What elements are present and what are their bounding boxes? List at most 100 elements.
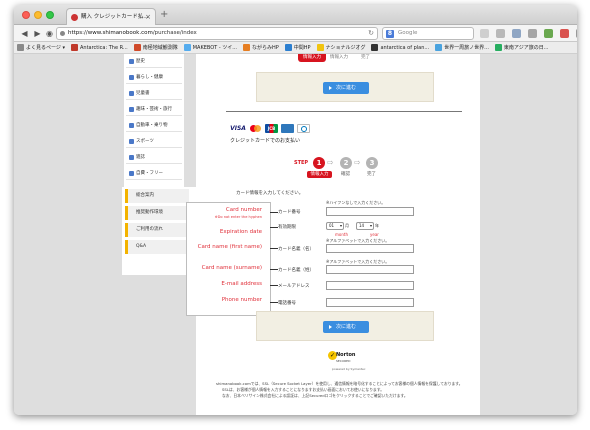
back-arrow-icon[interactable]: ◀ — [19, 28, 30, 39]
bookmark-item[interactable]: よく見るページ ▾ — [17, 44, 65, 51]
bookmarks-bar: よく見るページ ▾ Antarctica: The R... 南極地域観測隊 MAKE… — [14, 42, 577, 54]
addon-red-icon[interactable] — [560, 29, 569, 38]
bookmark-item[interactable]: 東南アジア旅の日... — [494, 44, 549, 51]
annotation-year: year — [370, 232, 379, 237]
expiry-month-select[interactable]: 01 ▾ — [326, 222, 344, 230]
bookmark-item[interactable]: antarctica of plan... — [371, 44, 429, 51]
bookmark-favicon-icon — [183, 44, 191, 51]
footer-ssl-note-1: SSLは、お客様が個人情報を入力することになりますお支払い画面においてお使いにな… — [222, 387, 384, 392]
category-item[interactable]: 暮らし・健康 — [126, 72, 182, 84]
callout-card-number-note: ※Do not enter the hyphen — [214, 215, 262, 219]
diners-logo — [297, 124, 310, 133]
search-placeholder: Google — [398, 30, 418, 36]
bookmark-favicon-icon — [435, 44, 443, 51]
header-tab-input: 情報入力 — [330, 55, 348, 60]
card-number-field[interactable] — [326, 207, 414, 216]
bookmark-item[interactable]: MAKEBOT - ツイ... — [183, 44, 237, 51]
card-number-hint: ※ハイフンなしで入力ください。 — [326, 200, 386, 205]
bookmark-label: 世界一周旅ノ世界... — [444, 45, 489, 51]
navigation-bar: ◀ ▶ ◉ https://www.shimanobook.com/purcha… — [14, 25, 577, 42]
category-item[interactable]: 歴史 — [126, 56, 182, 68]
guide-item[interactable]: Q&A — [125, 240, 189, 254]
bookmark-label: 南極地域観測隊 — [142, 45, 178, 51]
expiry-year-select[interactable]: 14 ▾ — [356, 222, 374, 230]
play-arrow-icon — [329, 86, 332, 90]
bookmark-label: 東南アジア旅の日... — [503, 45, 549, 51]
category-label: 児童書 — [136, 91, 150, 96]
bookmark-favicon-icon — [316, 44, 324, 51]
callout-first-name: Card name (first name) — [197, 244, 262, 250]
category-item[interactable]: 雑誌 — [126, 152, 182, 164]
star-bookmark-icon[interactable] — [480, 29, 489, 38]
step-arrow-icon: ⇨ — [354, 158, 361, 167]
category-item[interactable]: スポーツ — [126, 136, 182, 148]
download-icon[interactable] — [512, 29, 521, 38]
norton-secured-seal[interactable]: ✓ Norton SECURED powered by Symantec — [328, 351, 366, 373]
category-item[interactable]: 自動車・乗り物 — [126, 120, 182, 132]
category-label: スポーツ — [136, 139, 154, 144]
reload-icon[interactable]: ↻ — [368, 28, 374, 39]
bookmark-item[interactable]: 世界一周旅ノ世界... — [435, 44, 489, 51]
bookmark-favicon-icon — [71, 44, 78, 51]
bookmark-item[interactable]: ながらみHP — [242, 44, 279, 51]
name-last-row: ※アルファベットで入力ください。 カード名義（姓） — [278, 259, 458, 275]
step-3: 3 — [366, 157, 378, 169]
bookmark-item[interactable]: 南極地域観測隊 — [133, 44, 178, 51]
footer-ssl-text: shimanobook.comでは、SSL（Secure Socket Laye… — [216, 381, 463, 386]
category-item[interactable]: 自費・フリー — [126, 168, 182, 180]
step-3-name: 完了 — [367, 172, 376, 177]
minimize-window-button[interactable] — [34, 11, 42, 19]
expiry-month-unit: 月 — [345, 223, 349, 228]
name-first-label: カード名義（名） — [278, 247, 314, 252]
bookmark-list-icon[interactable] — [496, 29, 505, 38]
addon-icon[interactable] — [544, 29, 553, 38]
name-last-label: カード名義（姓） — [278, 268, 314, 273]
next-button-top[interactable]: 次に進む — [323, 82, 369, 94]
footer-ssl-note-2: なお、日本ベリサイン株式会社による認証は、上記Securedロゴをクリックするこ… — [222, 393, 408, 398]
visa-logo: VISA — [230, 125, 246, 132]
guide-item[interactable]: ご利用の流れ — [125, 223, 189, 237]
next-button-bottom[interactable]: 次に進む — [323, 321, 369, 333]
identity-icon[interactable]: ◉ — [44, 28, 55, 39]
jcb-logo: JCB — [265, 124, 278, 133]
bookmark-favicon-icon — [284, 44, 292, 51]
callout-connector — [270, 302, 278, 303]
phone-field[interactable] — [326, 298, 414, 307]
url-domain: https://www.shimanobook.com — [68, 30, 153, 36]
home-icon[interactable] — [528, 29, 537, 38]
header-tab-complete: 完了 — [361, 55, 370, 60]
bookmark-label: Antarctica: The R... — [80, 44, 128, 51]
lock-icon — [60, 31, 65, 36]
search-input[interactable]: 8 Google — [382, 27, 474, 40]
close-window-button[interactable] — [22, 11, 30, 19]
callout-surname: Card name (surname) — [201, 265, 262, 271]
bookmark-item[interactable]: ナショナルジオグ — [316, 44, 365, 51]
zoom-window-button[interactable] — [46, 11, 54, 19]
category-label: 自費・フリー — [136, 171, 163, 176]
close-tab-icon[interactable]: × — [145, 9, 151, 25]
url-bar[interactable]: https://www.shimanobook.com/purchase/ind… — [56, 27, 378, 40]
next-button-panel-bottom: 次に進む — [256, 311, 434, 341]
guide-item[interactable]: 推奨動作環境 — [125, 206, 189, 220]
card-number-label: カード番号 — [278, 210, 301, 215]
category-icon — [129, 139, 134, 144]
forward-arrow-icon[interactable]: ▶ — [32, 28, 43, 39]
guide-item[interactable]: 総合案内 — [125, 189, 189, 203]
email-field[interactable] — [326, 281, 414, 290]
amex-logo — [281, 124, 294, 133]
bookmark-item[interactable]: Antarctica: The R... — [71, 44, 128, 51]
browser-tab[interactable]: 購入 クレジットカード払... × — [66, 8, 156, 25]
category-icon — [129, 155, 134, 160]
bookmark-item[interactable]: 中間HP — [284, 44, 311, 51]
category-item[interactable]: 児童書 — [126, 88, 182, 100]
name-first-field[interactable] — [326, 244, 414, 253]
new-tab-icon[interactable]: + — [160, 9, 168, 21]
category-label: 趣味・芸術・旅行 — [136, 107, 172, 112]
category-item[interactable]: 趣味・芸術・旅行 — [126, 104, 182, 116]
menu-icon[interactable] — [576, 29, 577, 38]
category-icon — [129, 171, 134, 176]
name-last-field[interactable] — [326, 265, 414, 274]
site-favicon-icon — [71, 14, 78, 21]
bookmark-favicon-icon — [494, 44, 502, 51]
norton-secured: SECURED — [336, 359, 351, 363]
